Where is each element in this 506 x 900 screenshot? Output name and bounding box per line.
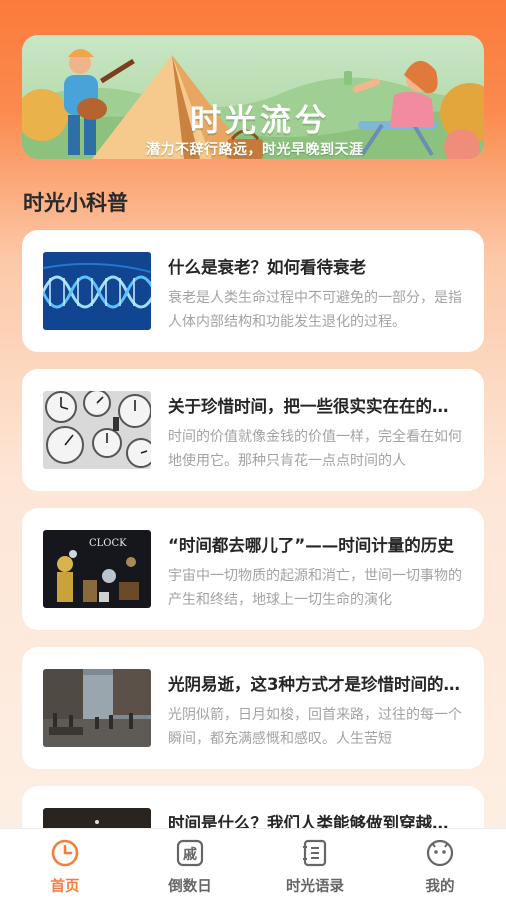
tab-label: 我的 — [425, 879, 455, 895]
tab-countdown[interactable]: 戚 倒数日 — [127, 829, 253, 900]
tab-profile[interactable]: 我的 — [377, 829, 503, 900]
tab-label: 时光语录 — [286, 879, 344, 895]
article-summary: 光阴似箭，日月如梭，回首来路，过往的每一个瞬间，都充满感慨和感叹。人生苦短 — [168, 707, 462, 747]
article-card-aging[interactable]: 什么是衰老？如何看待衰老 衰老是人类生命过程中不可避免的一部分，是指人体内部结构… — [22, 230, 484, 352]
countdown-icon: 戚 — [176, 839, 204, 867]
article-thumbnail-clocks — [43, 391, 151, 469]
article-title: 关于珍惜时间，把一些很实实在在的道理 — [168, 397, 464, 416]
banner-title: 时光流兮 — [190, 103, 330, 139]
bottom-tab-bar: 首页 戚 倒数日 时光语录 我的 — [0, 828, 506, 900]
banner-subtitle: 潜力不辞行路远，时光早晚到天涯 — [146, 142, 364, 158]
article-thumbnail-dna — [43, 252, 151, 330]
article-summary: 衰老是人类生命过程中不可避免的一部分，是指人体内部结构和功能发生退化的过程。 — [168, 290, 462, 330]
article-title: 什么是衰老？如何看待衰老 — [168, 258, 366, 277]
article-card-cherish-time[interactable]: 关于珍惜时间，把一些很实实在在的道理 时间的价值就像金钱的价值一样，完全看在如何… — [22, 369, 484, 491]
svg-text:戚: 戚 — [183, 846, 197, 863]
article-thumbnail-street — [43, 669, 151, 747]
article-title: “时间都去哪儿了”——时间计量的历史 — [168, 536, 454, 555]
article-card-time-history[interactable]: CLOCK “时间都去哪儿了”——时间计量的历史 宇宙中一切物质的起源和消亡，世… — [22, 508, 484, 630]
tab-home[interactable]: 首页 — [2, 829, 128, 900]
promo-banner[interactable]: 时光流兮 潜力不辞行路远，时光早晚到天涯 — [22, 35, 484, 159]
tab-quotes[interactable]: 时光语录 — [252, 829, 378, 900]
thumbnail-clock-text: CLOCK — [89, 538, 127, 549]
article-summary: 时间的价值就像金钱的价值一样，完全看在如何地使用它。那种只肯花一点点时间的人 — [168, 429, 462, 469]
section-title: 时光小科普 — [23, 191, 128, 215]
article-card-time-flies[interactable]: 光阴易逝，这3种方式才是珍惜时间的方法 光阴似箭，日月如梭，回首来路，过往的每一… — [22, 647, 484, 769]
tab-label: 倒数日 — [168, 879, 212, 895]
article-summary: 宇宙中一切物质的起源和消亡，世间一切事物的产生和终结，地球上一切生命的演化 — [168, 568, 462, 608]
article-thumbnail-clock-collection: CLOCK — [43, 530, 151, 608]
clock-icon — [51, 839, 79, 867]
profile-face-icon — [426, 839, 454, 867]
notes-icon — [303, 839, 327, 867]
article-title: 光阴易逝，这3种方式才是珍惜时间的方法 — [168, 675, 464, 694]
tab-label: 首页 — [50, 879, 80, 895]
